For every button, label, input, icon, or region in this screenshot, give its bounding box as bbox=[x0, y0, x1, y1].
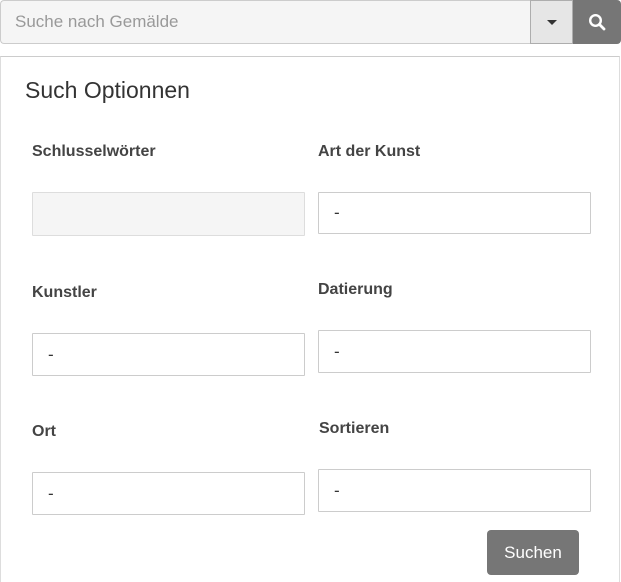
artist-label: Kunstler bbox=[32, 284, 97, 301]
search-bar bbox=[0, 0, 621, 45]
caret-down-icon bbox=[546, 19, 557, 25]
sort-select[interactable] bbox=[318, 469, 591, 512]
art-type-select[interactable] bbox=[318, 192, 591, 234]
keywords-input bbox=[32, 192, 305, 236]
search-options-panel: Such Optionnen Schlusselwörter Art der K… bbox=[0, 56, 620, 582]
search-button[interactable] bbox=[573, 0, 621, 44]
submit-search-button[interactable]: Suchen bbox=[487, 530, 579, 575]
location-label: Ort bbox=[32, 423, 56, 440]
search-icon bbox=[588, 13, 606, 31]
keywords-label: Schlusselwörter bbox=[32, 143, 156, 160]
panel-title: Such Optionnen bbox=[25, 77, 190, 103]
artist-select[interactable] bbox=[32, 333, 305, 376]
art-type-label: Art der Kunst bbox=[318, 143, 421, 160]
search-input[interactable] bbox=[0, 0, 530, 44]
dating-label: Datierung bbox=[318, 281, 393, 298]
dating-select[interactable] bbox=[318, 330, 591, 373]
sort-label: Sortieren bbox=[319, 420, 390, 437]
search-options-toggle[interactable] bbox=[530, 0, 573, 44]
location-select[interactable] bbox=[32, 472, 305, 515]
